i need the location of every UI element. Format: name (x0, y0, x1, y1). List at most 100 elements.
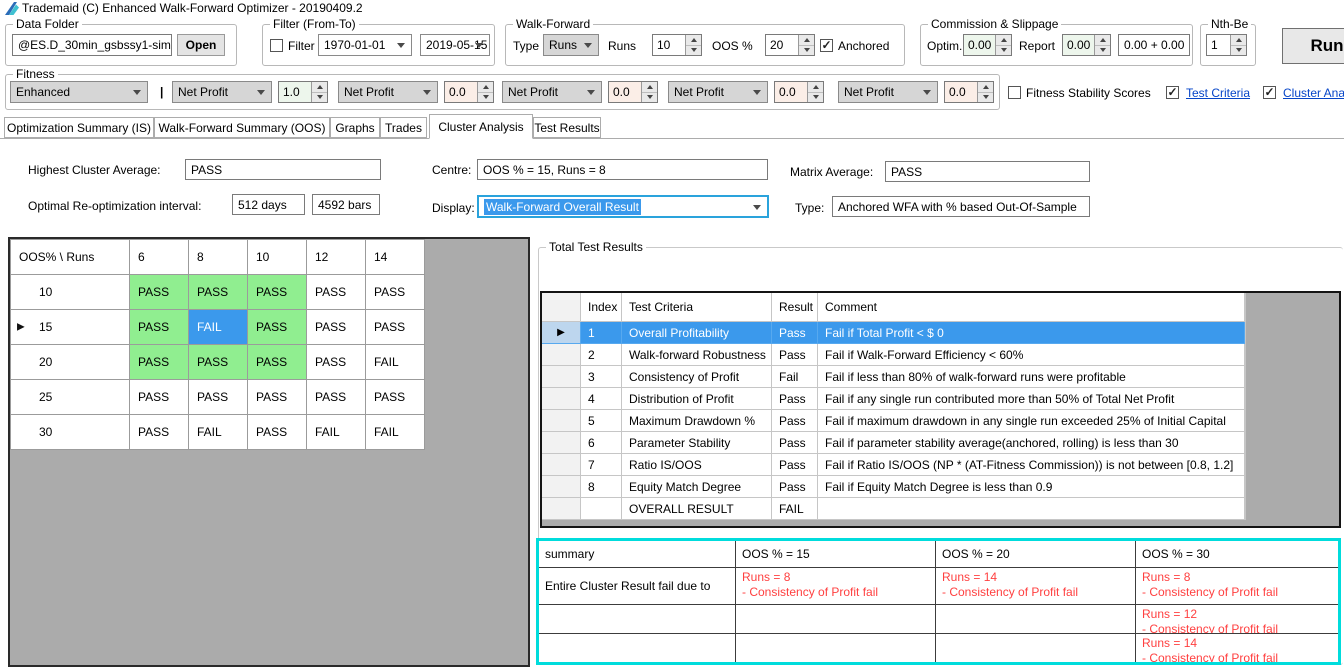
tab-optimization-summary[interactable]: Optimization Summary (IS) (4, 117, 154, 138)
fitness-weight-2-stepper[interactable]: 0.0 (444, 81, 494, 103)
fitness-stability-checkbox[interactable] (1008, 86, 1021, 99)
spin-down-button[interactable] (808, 93, 823, 103)
fitness-mode-select[interactable]: Enhanced (10, 81, 148, 103)
spin-up-button[interactable] (642, 82, 657, 93)
row-selector-cell[interactable] (542, 344, 581, 366)
test-results-row[interactable]: 3 Consistency of Profit Fail Fail if les… (542, 366, 1339, 388)
matrix-row-header[interactable]: 30 (11, 415, 130, 450)
fitness-weight-5-stepper[interactable]: 0.0 (944, 81, 994, 103)
runs-stepper[interactable]: 10 (652, 34, 702, 56)
matrix-cell[interactable]: PASS (366, 275, 425, 310)
spin-down-button[interactable] (686, 46, 701, 56)
report-commission-stepper[interactable]: 0.00 (1062, 34, 1111, 56)
test-results-row[interactable]: 7 Ratio IS/OOS Pass Fail if Ratio IS/OOS… (542, 454, 1339, 476)
spin-up-button[interactable] (312, 82, 327, 93)
matrix-cell[interactable]: PASS (366, 310, 425, 345)
row-selector-cell[interactable] (542, 366, 581, 388)
spin-down-button[interactable] (478, 93, 493, 103)
matrix-cell[interactable]: PASS (307, 310, 366, 345)
nth-be-stepper[interactable]: 1 (1206, 34, 1247, 56)
tab-walk-forward-summary[interactable]: Walk-Forward Summary (OOS) (154, 117, 330, 138)
matrix-cell[interactable]: PASS (248, 345, 307, 380)
tab-graphs[interactable]: Graphs (330, 117, 380, 138)
test-results-row[interactable]: 8 Equity Match Degree Pass Fail if Equit… (542, 476, 1339, 498)
row-selector-cell[interactable] (542, 432, 581, 454)
fitness-weight-4-stepper[interactable]: 0.0 (774, 81, 824, 103)
matrix-cell[interactable]: PASS (189, 275, 248, 310)
matrix-cell[interactable]: FAIL (189, 415, 248, 450)
fitness-weight-3-stepper[interactable]: 0.0 (608, 81, 658, 103)
fitness-metric-2-select[interactable]: Net Profit (338, 81, 438, 103)
matrix-cell[interactable]: PASS (130, 275, 189, 310)
matrix-cell[interactable]: FAIL (366, 345, 425, 380)
spin-down-button[interactable] (312, 93, 327, 103)
spin-up-button[interactable] (996, 35, 1011, 46)
row-selector-cell[interactable] (542, 498, 581, 520)
matrix-cell[interactable]: PASS (189, 345, 248, 380)
display-select[interactable]: Walk-Forward Overall Result (477, 195, 769, 218)
matrix-cell[interactable]: PASS (248, 380, 307, 415)
spin-down-button[interactable] (978, 93, 993, 103)
row-selector-cell[interactable] (542, 454, 581, 476)
tab-test-results[interactable]: Test Results (533, 117, 601, 138)
fitness-metric-5-select[interactable]: Net Profit (838, 81, 938, 103)
test-criteria-link[interactable]: Test Criteria (1186, 86, 1250, 100)
fitness-metric-4-select[interactable]: Net Profit (668, 81, 768, 103)
matrix-cell[interactable]: FAIL (366, 415, 425, 450)
matrix-row-header[interactable]: ▶15 (11, 310, 130, 345)
optim-commission-stepper[interactable]: 0.00 (963, 34, 1012, 56)
run-button[interactable]: Run (1282, 28, 1344, 64)
matrix-cell[interactable]: PASS (248, 275, 307, 310)
spin-down-button[interactable] (642, 93, 657, 103)
spin-down-button[interactable] (996, 46, 1011, 56)
matrix-cell[interactable]: PASS (366, 380, 425, 415)
fitness-metric-1-select[interactable]: Net Profit (172, 81, 272, 103)
test-results-row[interactable]: OVERALL RESULT FAIL (542, 498, 1339, 520)
spin-up-button[interactable] (1095, 35, 1110, 46)
tab-cluster-analysis[interactable]: Cluster Analysis (429, 114, 533, 139)
walk-forward-type-select[interactable]: Runs (543, 34, 599, 56)
matrix-cell[interactable]: PASS (130, 380, 189, 415)
spin-down-button[interactable] (799, 46, 814, 56)
row-selector-cell[interactable] (542, 410, 581, 432)
matrix-cell[interactable]: PASS (130, 310, 189, 345)
filter-checkbox[interactable] (270, 39, 283, 52)
anchored-checkbox[interactable] (820, 39, 833, 52)
spin-up-button[interactable] (686, 35, 701, 46)
test-results-row[interactable]: 2 Walk-forward Robustness Pass Fail if W… (542, 344, 1339, 366)
test-results-row[interactable]: 4 Distribution of Profit Pass Fail if an… (542, 388, 1339, 410)
row-selector-cell[interactable] (542, 476, 581, 498)
matrix-cell[interactable]: FAIL (307, 415, 366, 450)
spin-up-button[interactable] (978, 82, 993, 93)
matrix-cell[interactable]: FAIL (189, 310, 248, 345)
spin-down-button[interactable] (1231, 46, 1246, 56)
matrix-cell[interactable]: PASS (248, 310, 307, 345)
matrix-cell[interactable]: PASS (130, 345, 189, 380)
spin-up-button[interactable] (808, 82, 823, 93)
row-selector-cell[interactable]: ▶ (542, 322, 581, 344)
matrix-row-header[interactable]: 10 (11, 275, 130, 310)
test-results-row[interactable]: ▶ 1 Overall Profitability Pass Fail if T… (542, 322, 1339, 344)
cluster-analysis-checkbox[interactable] (1263, 86, 1276, 99)
matrix-cell[interactable]: PASS (307, 380, 366, 415)
data-folder-input[interactable]: @ES.D_30min_gsbssy1-sim-11 (12, 34, 172, 56)
fitness-metric-3-select[interactable]: Net Profit (502, 81, 602, 103)
matrix-cell[interactable]: PASS (307, 275, 366, 310)
spin-down-button[interactable] (1095, 46, 1110, 56)
oos-percent-stepper[interactable]: 20 (765, 34, 815, 56)
filter-from-date-picker[interactable]: 1970-01-01 (318, 34, 412, 56)
spin-up-button[interactable] (799, 35, 814, 46)
cluster-analysis-link[interactable]: Cluster Ana (1283, 86, 1344, 100)
filter-to-date-picker[interactable]: 2019-05-15 (420, 34, 490, 56)
test-criteria-checkbox[interactable] (1166, 86, 1179, 99)
spin-up-button[interactable] (478, 82, 493, 93)
fitness-weight-1-stepper[interactable]: 1.0 (278, 81, 328, 103)
matrix-row-header[interactable]: 20 (11, 345, 130, 380)
matrix-cell[interactable]: PASS (248, 415, 307, 450)
test-results-row[interactable]: 5 Maximum Drawdown % Pass Fail if maximu… (542, 410, 1339, 432)
test-results-row[interactable]: 6 Parameter Stability Pass Fail if param… (542, 432, 1339, 454)
matrix-cell[interactable]: PASS (307, 345, 366, 380)
matrix-row-header[interactable]: 25 (11, 380, 130, 415)
tab-trades[interactable]: Trades (380, 117, 427, 138)
spin-up-button[interactable] (1231, 35, 1246, 46)
